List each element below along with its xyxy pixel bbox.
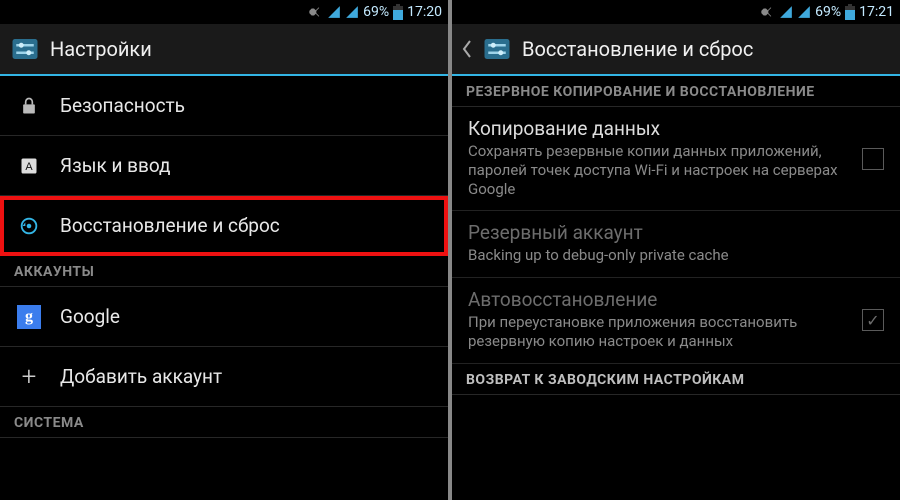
- signal-icon-2: [345, 5, 359, 19]
- clock: 17:20: [407, 4, 442, 20]
- status-bar: 69% 17:20: [0, 0, 448, 24]
- action-bar: Настройки: [0, 24, 448, 76]
- mute-icon: [307, 5, 321, 19]
- row-label: Восстановление и сброс: [60, 214, 280, 237]
- battery-percent: 69%: [815, 4, 841, 20]
- signal-icon: [327, 5, 341, 19]
- status-bar: 69% 17:21: [452, 0, 900, 24]
- svg-text:A: A: [25, 161, 33, 173]
- battery-icon: [393, 4, 403, 20]
- pref-summary: Сохранять резервные копии данных приложе…: [468, 142, 884, 198]
- row-account-google[interactable]: g Google: [0, 287, 448, 347]
- prefs-list[interactable]: РЕЗЕРВНОЕ КОПИРОВАНИЕ И ВОССТАНОВЛЕНИЕ К…: [452, 76, 900, 500]
- lock-icon: [16, 95, 42, 117]
- pref-title: Резервный аккаунт: [468, 221, 884, 244]
- checkbox-unchecked[interactable]: [862, 148, 884, 170]
- page-title: Восстановление и сброс: [522, 37, 753, 61]
- pref-title: Автовосстановление: [468, 288, 884, 311]
- row-label: Язык и ввод: [60, 154, 171, 177]
- pref-summary: Backing up to debug-only private cache: [468, 246, 884, 265]
- battery-icon: [845, 4, 855, 20]
- category-system: СИСТЕМА: [0, 407, 448, 438]
- category-backup-restore: РЕЗЕРВНОЕ КОПИРОВАНИЕ И ВОССТАНОВЛЕНИЕ: [452, 76, 900, 107]
- settings-icon: [482, 34, 512, 64]
- settings-list[interactable]: Безопасность A Язык и ввод Восстановлени…: [0, 76, 448, 500]
- google-icon: g: [16, 305, 42, 329]
- battery-percent: 69%: [363, 4, 389, 20]
- row-label: Безопасность: [60, 94, 185, 117]
- language-icon: A: [16, 156, 42, 176]
- row-security[interactable]: Безопасность: [0, 76, 448, 136]
- signal-icon: [779, 5, 793, 19]
- action-bar: Восстановление и сброс: [452, 24, 900, 76]
- category-accounts: АККАУНТЫ: [0, 256, 448, 287]
- pref-summary: При переустановке приложения восстановит…: [468, 313, 884, 351]
- screen-settings-main: 69% 17:20 Настройки Безопасность A Язык …: [0, 0, 448, 500]
- checkbox-checked: [862, 309, 884, 331]
- mute-icon: [759, 5, 773, 19]
- pref-title: Копирование данных: [468, 117, 884, 140]
- row-label: Google: [60, 305, 120, 328]
- row-language-input[interactable]: A Язык и ввод: [0, 136, 448, 196]
- screen-backup-reset: 69% 17:21 Восстановление и сброс РЕЗЕРВН…: [452, 0, 900, 500]
- pref-auto-restore: Автовосстановление При переустановке при…: [452, 278, 900, 364]
- plus-icon: +: [16, 364, 42, 390]
- signal-icon-2: [797, 5, 811, 19]
- restore-icon: [16, 215, 42, 237]
- row-add-account[interactable]: + Добавить аккаунт: [0, 347, 448, 407]
- row-backup-reset[interactable]: Восстановление и сброс: [0, 196, 448, 256]
- category-factory-reset: ВОЗВРАТ К ЗАВОДСКИМ НАСТРОЙКАМ: [452, 364, 900, 395]
- settings-icon: [10, 34, 40, 64]
- pref-backup-data[interactable]: Копирование данных Сохранять резервные к…: [452, 107, 900, 211]
- back-icon[interactable]: [462, 40, 472, 58]
- pref-backup-account: Резервный аккаунт Backing up to debug-on…: [452, 211, 900, 278]
- page-title: Настройки: [50, 37, 152, 61]
- clock: 17:21: [859, 4, 894, 20]
- row-label: Добавить аккаунт: [60, 365, 222, 388]
